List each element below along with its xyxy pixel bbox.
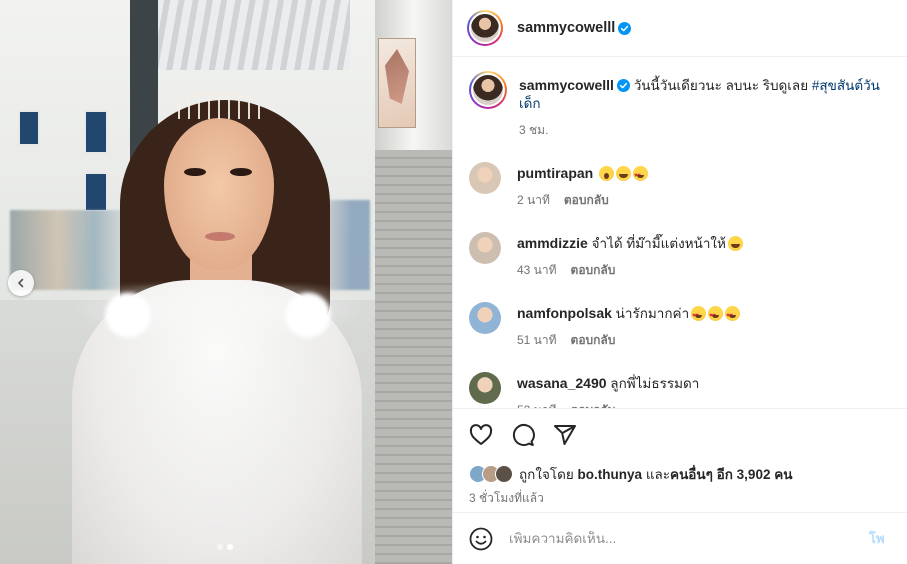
emoji-heart-icon: [708, 306, 724, 325]
likes-conjunction: และ: [645, 467, 671, 482]
author-username[interactable]: sammycowelll: [517, 20, 615, 36]
verified-icon: [616, 79, 630, 92]
reply-button[interactable]: ตอบกลับ: [571, 331, 616, 350]
comment-time: 51 นาที: [517, 333, 557, 347]
carousel-dot-active: [227, 544, 233, 550]
emoji-heart-icon: [691, 306, 707, 325]
photo-roof: [150, 0, 350, 70]
caption-username[interactable]: sammycowelll: [519, 77, 614, 93]
photo-tiara: [170, 93, 265, 119]
post-side-panel: sammycowelll sammycowelll วันนี้วันเดียว…: [452, 0, 907, 564]
comment-username[interactable]: pumtirapan: [517, 165, 593, 181]
post-photo[interactable]: [0, 0, 452, 564]
verified-icon: [618, 21, 632, 35]
emoji-laugh-icon: [727, 236, 743, 251]
carousel-prev-button[interactable]: [8, 270, 34, 296]
photo-window: [84, 172, 108, 212]
emoji-heart-icon: [633, 166, 648, 185]
commenter-avatar[interactable]: [469, 162, 501, 194]
likes-first-user[interactable]: bo.thunya: [578, 467, 643, 482]
comment-icon[interactable]: [511, 423, 535, 447]
share-icon[interactable]: [553, 423, 577, 447]
liker-avatar: [495, 465, 513, 483]
reply-button[interactable]: ตอบกลับ: [564, 191, 609, 210]
comments-list: sammycowelll วันนี้วันเดียวนะ ลบนะ ริบดู…: [453, 57, 907, 408]
reply-button[interactable]: ตอบกลับ: [571, 401, 616, 408]
likes-others[interactable]: คนอื่นๆ อีก 3,902 คน: [670, 467, 792, 482]
comment-row: wasana_2490 ลูกพี่ไม่ธรรมดา 52 นาที ตอบกลั…: [469, 372, 893, 408]
action-bar: [453, 408, 907, 460]
commenter-avatar[interactable]: [469, 372, 501, 404]
photo-poster: [378, 38, 416, 128]
commenter-avatar[interactable]: [469, 302, 501, 334]
photo-lips: [205, 232, 235, 241]
comment-row: namfonpolsak น่ารักมากค่า 51 นาที ตอบกลับ: [469, 302, 893, 350]
photo-window: [84, 110, 108, 154]
photo-face: [164, 118, 274, 270]
post-time: 3 ชั่วโมงที่แล้ว: [469, 491, 544, 505]
comment-row: ammdizzie จำได้ ที่ม๊ามี๊แต่งหน้าให้ 43 น…: [469, 232, 893, 280]
caption-time: 3 ชม.: [519, 123, 549, 137]
comment-time: 43 นาที: [517, 263, 557, 277]
comment-row: pumtirapan 2 นาที ตอบกลับ: [469, 162, 893, 210]
likers-avatars[interactable]: [469, 465, 513, 483]
comment-time: 52 นาที: [517, 401, 557, 408]
photo-pillar-base: [375, 150, 452, 564]
comment-time: 2 นาที: [517, 193, 550, 207]
likes-summary: ถูกใจโดย bo.thunya และคนอื่นๆ อีก 3,902 …: [453, 460, 907, 486]
comment-username[interactable]: ammdizzie: [517, 235, 588, 251]
photo-fur-trim: [68, 285, 368, 345]
chevron-left-icon: [18, 278, 24, 288]
comment-text: ลูกพี่ไม่ธรรมดา: [610, 376, 700, 391]
author-avatar[interactable]: [467, 10, 503, 46]
post-comment-button[interactable]: โพ: [869, 528, 885, 549]
comment-composer: โพ: [453, 512, 907, 564]
caption: sammycowelll วันนี้วันเดียวนะ ลบนะ ริบดู…: [469, 71, 893, 140]
emoji-laugh-icon: [616, 166, 631, 181]
photo-window: [18, 110, 40, 146]
comment-input[interactable]: [509, 531, 869, 546]
photo-eye: [184, 168, 206, 176]
caption-text: วันนี้วันเดียวนะ ลบนะ ริบดูเลย: [633, 78, 809, 93]
comment-username[interactable]: namfonpolsak: [517, 305, 612, 321]
carousel-dot: [217, 544, 223, 550]
likes-prefix: ถูกใจโดย: [519, 467, 574, 482]
reply-button[interactable]: ตอบกลับ: [571, 261, 616, 280]
post-header: sammycowelll: [453, 0, 907, 57]
comment-text: จำได้ ที่ม๊ามี๊แต่งหน้าให้: [591, 236, 726, 251]
emoji-wow-icon: [599, 166, 614, 181]
commenter-avatar[interactable]: [469, 232, 501, 264]
smiley-icon[interactable]: [469, 527, 493, 551]
comment-username[interactable]: wasana_2490: [517, 375, 607, 391]
emoji-heart-icon: [725, 306, 741, 325]
carousel-dots: [217, 544, 233, 550]
heart-icon[interactable]: [469, 423, 493, 447]
comment-text: น่ารักมากค่า: [615, 306, 690, 321]
instagram-post-view: sammycowelll sammycowelll วันนี้วันเดียว…: [0, 0, 907, 564]
author-avatar[interactable]: [469, 71, 507, 109]
photo-eye: [230, 168, 252, 176]
